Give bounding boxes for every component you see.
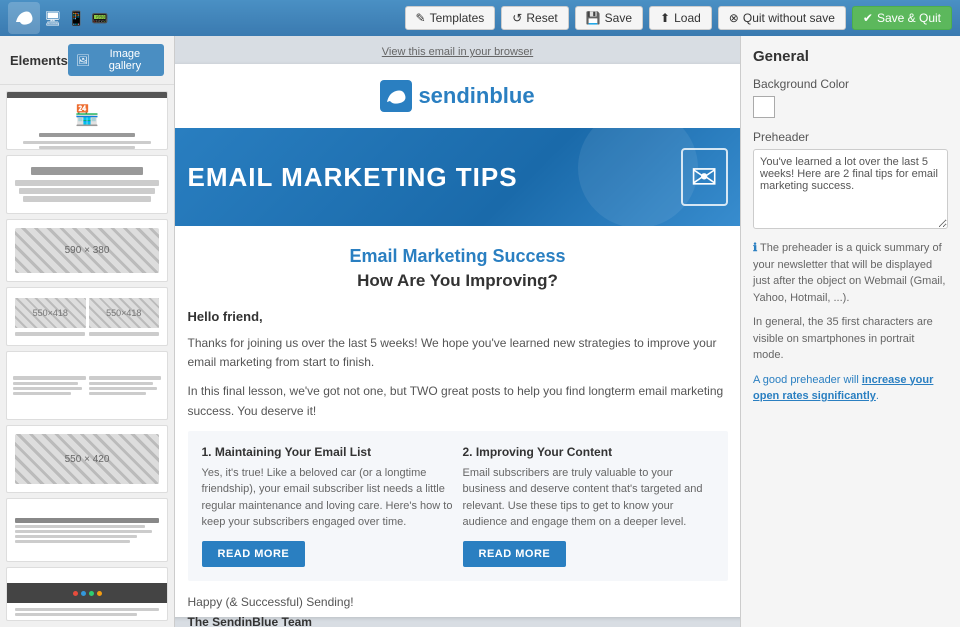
template-thumb-6[interactable]: 550 × 420 <box>6 425 168 494</box>
email-subtitle: Email Marketing Success <box>188 246 728 267</box>
footer-sig: The SendinBlue Team <box>188 615 728 627</box>
center-panel: View this email in your browser sendinbl… <box>175 36 740 627</box>
col2-read-more-button[interactable]: READ MORE <box>463 541 567 567</box>
reset-label: Reset <box>526 11 557 25</box>
bg-color-label: Background Color <box>753 77 948 91</box>
save-label: Save <box>605 11 632 25</box>
save-button[interactable]: 💾 Save <box>575 6 643 30</box>
save-quit-button[interactable]: ✔ Save & Quit <box>852 6 952 30</box>
email-logo-header: sendinblue <box>175 64 740 128</box>
sendinblue-logo: sendinblue <box>175 80 740 112</box>
main-layout: Elements 🖼 Image gallery 🏪 <box>0 36 960 627</box>
col1-text: Yes, it's true! Like a beloved car (or a… <box>202 465 453 531</box>
checkmark-icon: ✔ <box>863 11 873 25</box>
email-para-2: In this final lesson, we've got not one,… <box>188 382 728 420</box>
general-title: General <box>753 48 948 65</box>
save-quit-label: Save & Quit <box>877 11 941 25</box>
elements-title: Elements <box>10 53 68 68</box>
topbar: 🖥 📱 📟 ✎ Templates ↺ Reset 💾 Save ⬆ Load … <box>0 0 960 36</box>
bg-color-swatch[interactable] <box>753 96 775 118</box>
right-panel: General Background Color Preheader You'v… <box>740 36 960 627</box>
quit-icon: ⊗ <box>729 11 739 25</box>
col1-read-more-button[interactable]: READ MORE <box>202 541 306 567</box>
success-tip-text: A good preheader will increase your open… <box>753 374 933 403</box>
email-two-column: 1. Maintaining Your Email List Yes, it's… <box>188 431 728 581</box>
reset-button[interactable]: ↺ Reset <box>501 6 568 30</box>
email-col-1: 1. Maintaining Your Email List Yes, it's… <box>202 445 453 567</box>
footer-text: Happy (& Successful) Sending! <box>188 595 728 609</box>
templates-button[interactable]: ✎ Templates <box>405 6 496 30</box>
templates-icon: ✎ <box>416 11 426 25</box>
email-col-2: 2. Improving Your Content Email subscrib… <box>463 445 714 567</box>
success-tip: A good preheader will increase your open… <box>753 372 948 405</box>
quit-no-save-button[interactable]: ⊗ Quit without save <box>718 6 846 30</box>
email-greeting: Hello friend, <box>188 309 728 324</box>
reset-icon: ↺ <box>512 11 522 25</box>
info-icon: ℹ <box>753 242 757 254</box>
view-browser-link[interactable]: View this email in your browser <box>382 46 533 58</box>
device-icons: 🖥 📱 📟 <box>44 10 109 27</box>
mobile-icon[interactable]: 📟 <box>91 10 108 27</box>
template-thumb-2[interactable] <box>6 155 168 214</box>
logo-text: sendinblue <box>418 83 534 109</box>
template-thumb-5[interactable] <box>6 351 168 420</box>
image-gallery-label: Image gallery <box>94 48 156 72</box>
hero-title: EMAIL MARKETING TIPS <box>188 162 518 193</box>
image-gallery-button[interactable]: 🖼 Image gallery <box>68 44 164 76</box>
email-para-1: Thanks for joining us over the last 5 we… <box>188 334 728 372</box>
desktop-icon[interactable]: 🖥 <box>44 10 62 27</box>
templates-label: Templates <box>430 11 485 25</box>
increase-link[interactable]: increase your open rates significantly <box>753 374 933 403</box>
preheader-label: Preheader <box>753 130 948 144</box>
email-preview: sendinblue EMAIL MARKETING TIPS ✉ Email … <box>175 64 740 617</box>
load-icon: ⬆ <box>660 11 670 25</box>
email-subtitle2: How Are You Improving? <box>188 271 728 291</box>
email-body: Email Marketing Success How Are You Impr… <box>175 226 740 627</box>
preheader-info: ℹ The preheader is a quick summary of yo… <box>753 240 948 306</box>
preheader-textarea[interactable]: You've learned a lot over the last 5 wee… <box>753 149 948 229</box>
load-label: Load <box>674 11 701 25</box>
app-logo: 🖥 📱 📟 <box>8 2 109 34</box>
template-list: 🏪 590 × 380 <box>0 85 174 627</box>
template-thumb-3[interactable]: 590 × 380 <box>6 219 168 283</box>
info-text-content: The preheader is a quick summary of your… <box>753 242 945 304</box>
template-thumb-4[interactable]: 550×418 550×418 <box>6 287 168 346</box>
left-panel: Elements 🖼 Image gallery 🏪 <box>0 36 175 627</box>
col2-text: Email subscribers are truly valuable to … <box>463 465 714 531</box>
quit-label: Quit without save <box>743 11 835 25</box>
general-tip: In general, the 35 first characters are … <box>753 314 948 364</box>
save-icon: 💾 <box>586 11 601 25</box>
image-icon: 🖼 <box>76 54 90 67</box>
col2-title: 2. Improving Your Content <box>463 445 714 459</box>
template-thumb-1[interactable]: 🏪 <box>6 91 168 150</box>
email-hero: EMAIL MARKETING TIPS ✉ <box>175 128 740 226</box>
left-panel-header: Elements 🖼 Image gallery <box>0 36 174 85</box>
template-thumb-7[interactable] <box>6 498 168 562</box>
template-thumb-8[interactable] <box>6 567 168 621</box>
col1-title: 1. Maintaining Your Email List <box>202 445 453 459</box>
tablet-icon[interactable]: 📱 <box>68 10 85 27</box>
load-button[interactable]: ⬆ Load <box>649 6 712 30</box>
